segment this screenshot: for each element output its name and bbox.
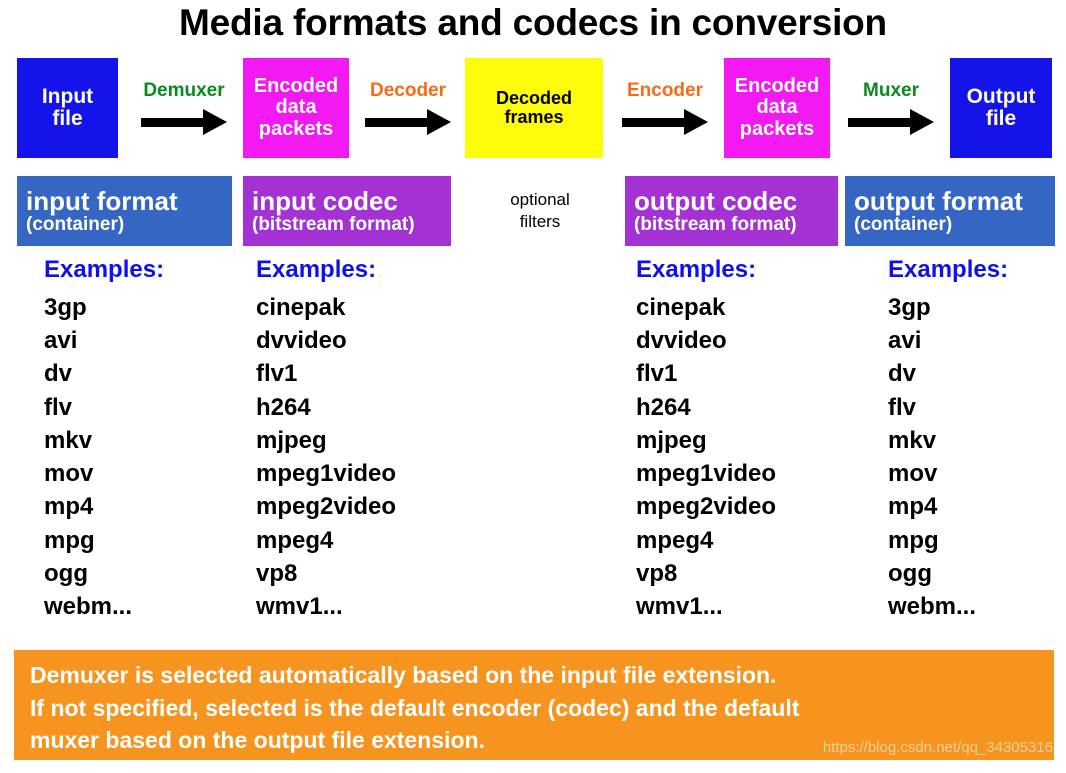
list-item: mkv: [888, 426, 937, 454]
header-input-format-sub: (container): [26, 213, 125, 235]
header-output-format: output format (container): [845, 176, 1055, 246]
list-item: mjpeg: [256, 426, 327, 454]
list-item: cinepak: [636, 294, 726, 321]
pipeline-arrow-encoder: Encoder: [608, 58, 722, 158]
list-item: cinepak: [256, 294, 346, 321]
list-item: mpg: [44, 526, 95, 554]
header-input-codec: input codec (bitstream format): [243, 176, 451, 246]
list-item: webm...: [888, 593, 977, 621]
pipeline-box-encoded-data-packets-1: Encoded data packets: [243, 58, 349, 158]
list-item: avi: [888, 327, 922, 355]
arrow-right-icon: [365, 109, 451, 135]
optional-filters-note: optional filters: [465, 176, 615, 246]
list-item: flv: [44, 393, 73, 421]
list-item: webm...: [44, 593, 133, 621]
pipeline-arrow-encoder-label: Encoder: [626, 80, 704, 101]
pipeline-box-encoded-data-packets-2: Encoded data packets: [724, 58, 830, 158]
pipeline-arrow-demuxer-label: Demuxer: [143, 80, 225, 101]
pipeline-box-input-file-line2: file: [52, 107, 83, 130]
examples-column-output-codec: Examples: cinepak dvvideo flv1 h264 mjpe…: [636, 258, 776, 623]
arrow-right-icon: [848, 109, 934, 135]
list-item: avi: [44, 327, 78, 355]
list-item: dv: [44, 360, 73, 388]
pipeline-box-encoded-2-line3: packets: [739, 117, 815, 140]
arrow-right-icon: [622, 109, 708, 135]
pipeline-diagram: Input file Demuxer Encoded data packets …: [0, 58, 1066, 158]
list-item: mp4: [888, 493, 938, 521]
list-item: 3gp: [888, 294, 931, 321]
examples-label: Examples:: [636, 256, 757, 283]
pipeline-arrow-demuxer: Demuxer: [128, 58, 240, 158]
pipeline-box-decoded-frames-line2: frames: [504, 107, 564, 127]
header-input-format: input format (container): [17, 176, 232, 246]
header-input-codec-sub: (bitstream format): [252, 213, 415, 235]
list-item: mjpeg: [636, 426, 707, 454]
pipeline-box-decoded-frames: Decoded frames: [465, 58, 603, 158]
list-item: flv1: [256, 360, 298, 388]
list-item: dvvideo: [256, 327, 347, 355]
list-item: mpeg2video: [636, 493, 777, 521]
list-item: 3gp: [44, 294, 87, 321]
pipeline-box-decoded-frames-line1: Decoded: [495, 87, 573, 108]
pipeline-box-input-file: Input file: [17, 58, 118, 158]
footer-note-line2: If not specified, selected is the defaul…: [30, 694, 800, 721]
list-item: mpeg4: [256, 526, 334, 554]
watermark-url: https://blog.csdn.net/qq_34305316: [822, 739, 1053, 756]
pipeline-box-output-file-line2: file: [985, 107, 1017, 130]
list-item: ogg: [888, 559, 932, 587]
list-item: wmv1...: [636, 593, 723, 621]
pipeline-box-encoded-2-line2: data: [756, 96, 798, 119]
examples-label: Examples:: [888, 256, 1009, 283]
pipeline-box-output-file-line1: Output: [966, 84, 1036, 108]
list-item: ogg: [44, 559, 88, 587]
pipeline-arrow-muxer: Muxer: [834, 58, 948, 158]
list-item: mpeg1video: [636, 460, 777, 488]
list-item: flv1: [636, 360, 678, 388]
pipeline-box-input-file-line1: Input: [41, 84, 94, 108]
header-output-codec: output codec (bitstream format): [625, 176, 838, 246]
arrow-right-icon: [141, 109, 227, 135]
list-item: mpeg4: [636, 526, 714, 554]
list-item: vp8: [256, 559, 298, 587]
list-item: h264: [636, 393, 691, 421]
list-item: mpeg2video: [256, 493, 397, 521]
header-input-format-main: input format: [26, 185, 178, 216]
list-item: mpg: [888, 526, 939, 554]
pipeline-box-encoded-1-line1: Encoded: [253, 75, 339, 98]
list-item: mp4: [44, 493, 94, 521]
header-input-codec-main: input codec: [252, 185, 398, 216]
pipeline-box-output-file: Output file: [950, 58, 1052, 158]
header-output-format-sub: (container): [854, 213, 953, 235]
pipeline-arrow-decoder-label: Decoder: [369, 80, 447, 101]
examples-label: Examples:: [44, 256, 165, 283]
list-item: dvvideo: [636, 327, 727, 355]
list-item: mpeg1video: [256, 460, 397, 488]
list-item: dv: [888, 360, 917, 388]
list-item: wmv1...: [256, 593, 343, 621]
list-item: mov: [44, 460, 94, 488]
examples-column-input-format: Examples: 3gp avi dv flv mkv mov mp4 mpg…: [44, 258, 164, 623]
optional-filters-line1: optional: [510, 190, 570, 210]
pipeline-arrow-decoder: Decoder: [352, 58, 464, 158]
optional-filters-line2: filters: [519, 212, 561, 231]
list-item: mov: [888, 460, 938, 488]
list-item: flv: [888, 393, 917, 421]
footer-note-banner: Demuxer is selected automatically based …: [14, 650, 1054, 760]
page-title: Media formats and codecs in conversion: [179, 2, 887, 43]
footer-note-line1: Demuxer is selected automatically based …: [30, 662, 777, 688]
pipeline-box-encoded-1-line2: data: [275, 96, 317, 119]
pipeline-box-encoded-2-line1: Encoded: [734, 75, 820, 98]
pipeline-box-encoded-1-line3: packets: [258, 117, 334, 140]
pipeline-arrow-muxer-label: Muxer: [863, 80, 919, 101]
header-output-format-main: output format: [854, 185, 1023, 216]
header-output-codec-sub: (bitstream format): [634, 213, 797, 235]
header-output-codec-main: output codec: [634, 185, 798, 216]
examples-column-output-format: Examples: 3gp avi dv flv mkv mov mp4 mpg…: [888, 258, 1008, 623]
examples-column-input-codec: Examples: cinepak dvvideo flv1 h264 mjpe…: [256, 258, 396, 623]
list-item: h264: [256, 393, 311, 421]
examples-label: Examples:: [256, 256, 377, 283]
list-item: vp8: [636, 559, 678, 587]
list-item: mkv: [44, 426, 93, 454]
